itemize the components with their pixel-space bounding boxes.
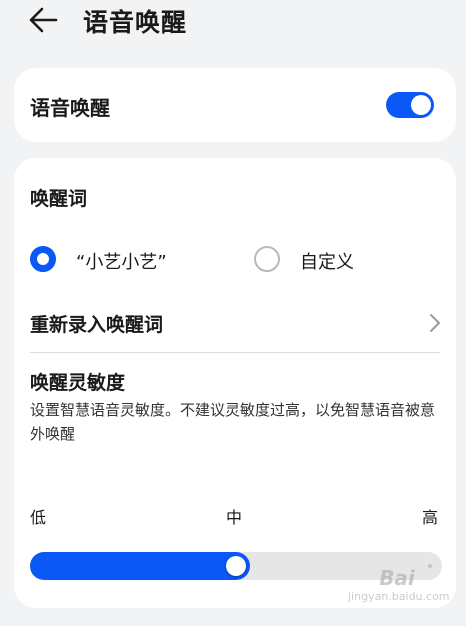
slider-fill	[30, 552, 250, 580]
divider	[30, 352, 440, 353]
watermark: Bai jingyan.baidu.com	[348, 566, 450, 616]
toggle-knob	[411, 95, 431, 115]
option-xiaoyi-label: “小艺小艺”	[76, 252, 167, 273]
voice-wake-toggle[interactable]	[386, 92, 434, 118]
voice-wake-settings-page: 语音唤醒 语音唤醒 唤醒词 “小艺小艺” 自定义 重新录入唤醒词 唤醒灵敏度 设…	[0, 0, 466, 626]
watermark-logo: Bai	[379, 566, 415, 590]
watermark-url: jingyan.baidu.com	[348, 590, 450, 603]
sensitivity-description: 设置智慧语音灵敏度。不建议灵敏度过高，以免智慧语音被意外唤醒	[30, 401, 436, 443]
radio-unchecked-icon	[254, 246, 280, 272]
option-custom-label: 自定义	[300, 252, 354, 273]
rerecord-wake-word-item[interactable]: 重新录入唤醒词	[30, 306, 444, 340]
option-custom[interactable]: 自定义	[254, 244, 434, 274]
arrow-left-icon	[29, 7, 58, 33]
option-xiaoyi[interactable]: “小艺小艺”	[30, 244, 230, 274]
sensitivity-title: 唤醒灵敏度	[30, 372, 126, 394]
tick-high: 高	[422, 508, 439, 527]
wake-word-settings-card: 唤醒词 “小艺小艺” 自定义 重新录入唤醒词 唤醒灵敏度 设置智慧语音灵敏度。不…	[14, 158, 456, 608]
chevron-right-icon	[430, 314, 440, 332]
wake-word-title: 唤醒词	[30, 188, 88, 210]
rerecord-label: 重新录入唤醒词	[30, 314, 164, 336]
slider-knob[interactable]	[226, 556, 246, 576]
voice-wake-label: 语音唤醒	[30, 96, 110, 120]
tick-low: 低	[30, 508, 47, 527]
radio-checked-icon	[30, 246, 56, 272]
back-button[interactable]	[26, 4, 62, 36]
top-bar: 语音唤醒	[0, 0, 466, 44]
tick-mid: 中	[226, 508, 243, 527]
voice-wake-card: 语音唤醒	[14, 68, 456, 142]
page-title: 语音唤醒	[83, 8, 188, 37]
